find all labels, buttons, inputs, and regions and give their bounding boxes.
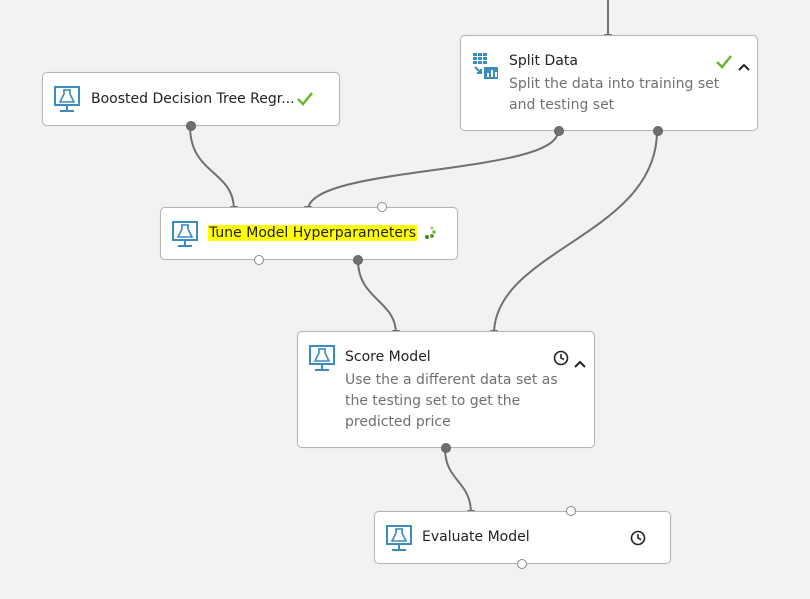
module-description: Split the data into training set and tes…	[509, 76, 720, 113]
check-icon	[296, 91, 314, 111]
split-data-icon	[472, 52, 500, 82]
input-port[interactable]	[377, 202, 387, 212]
module-title: Tune Model Hyperparameters	[208, 225, 417, 241]
output-port[interactable]	[554, 126, 564, 136]
input-port[interactable]	[566, 506, 576, 516]
flask-monitor-icon	[308, 344, 336, 374]
module-title: Split Data	[509, 53, 578, 69]
wire-score-to-evaluate	[444, 447, 475, 518]
module-evaluate-model[interactable]: Evaluate Model	[374, 506, 671, 569]
running-spinner-icon	[422, 226, 436, 246]
module-description: Use the a different data set as the test…	[345, 372, 558, 430]
module-tune-model-hyperparameters[interactable]: Tune Model Hyperparameters	[160, 202, 458, 265]
output-port[interactable]	[441, 443, 451, 453]
module-title: Boosted Decision Tree Regr...	[91, 91, 295, 107]
module-title: Score Model	[345, 349, 431, 365]
module-title: Evaluate Model	[422, 529, 530, 545]
module-boosted-decision-tree[interactable]: Boosted Decision Tree Regr...	[42, 72, 340, 131]
clock-icon	[630, 530, 646, 550]
clock-icon	[553, 350, 569, 370]
output-port[interactable]	[353, 255, 363, 265]
flask-monitor-icon	[53, 85, 81, 115]
module-score-model[interactable]: Score Model Use the a different data set…	[297, 331, 595, 453]
wire-boosted-to-tune	[189, 125, 238, 214]
chevron-up-icon[interactable]	[574, 354, 586, 373]
wire-split-to-tune	[304, 130, 559, 214]
check-icon	[715, 54, 733, 74]
wire-split-to-score	[490, 130, 658, 338]
experiment-canvas[interactable]: Boosted Decision Tree Regr... Split Data…	[0, 0, 810, 599]
chevron-up-icon[interactable]	[738, 57, 750, 76]
wire-tune-to-score	[357, 259, 400, 338]
output-port[interactable]	[254, 255, 264, 265]
output-port[interactable]	[517, 559, 527, 569]
flask-monitor-icon	[385, 524, 413, 554]
output-port[interactable]	[653, 126, 663, 136]
module-split-data[interactable]: Split Data Split the data into training …	[460, 35, 758, 136]
output-port[interactable]	[186, 121, 196, 131]
flask-monitor-icon	[171, 220, 199, 250]
